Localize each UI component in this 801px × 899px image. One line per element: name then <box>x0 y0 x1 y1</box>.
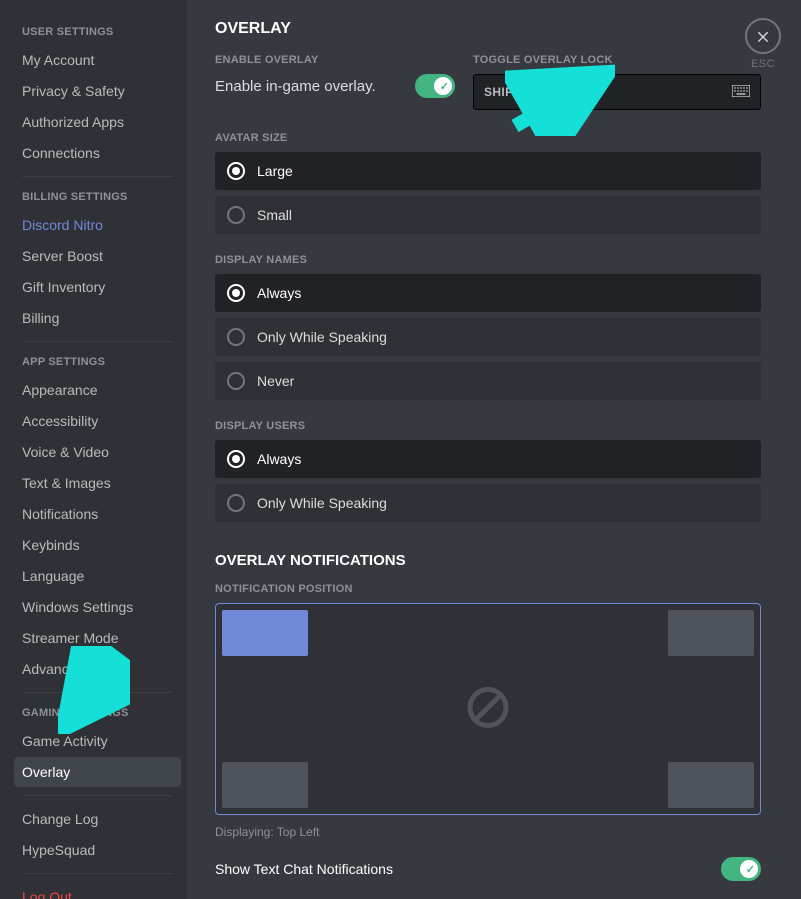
notif-pos-top-left[interactable] <box>222 610 308 656</box>
radio-label: Large <box>257 163 293 179</box>
sidebar-item-discord-nitro[interactable]: Discord Nitro <box>14 210 181 240</box>
sidebar-item-privacy-safety[interactable]: Privacy & Safety <box>14 76 181 106</box>
radio-icon <box>227 372 245 390</box>
logout-button[interactable]: Log Out <box>14 882 181 899</box>
sidebar-item-appearance[interactable]: Appearance <box>14 375 181 405</box>
sidebar-item-game-activity[interactable]: Game Activity <box>14 726 181 756</box>
divider <box>22 176 173 177</box>
sidebar-item-text-images[interactable]: Text & Images <box>14 468 181 498</box>
sidebar-section-title: Gaming Settings <box>14 701 181 725</box>
sidebar-item-change-log[interactable]: Change Log <box>14 804 181 834</box>
radio-icon <box>227 450 245 468</box>
notif-position-label: Notification Position <box>215 583 761 595</box>
close-button[interactable] <box>745 18 781 54</box>
radio-label: Only While Speaking <box>257 329 387 345</box>
avatar-size-option-small[interactable]: Small <box>215 196 761 234</box>
sidebar-section-title: Billing Settings <box>14 185 181 209</box>
notif-pos-top-right[interactable] <box>668 610 754 656</box>
enable-overlay-desc: Enable in-game overlay. <box>215 78 376 95</box>
keybind-value: SHIFT + ` <box>484 85 540 99</box>
sidebar-item-windows-settings[interactable]: Windows Settings <box>14 592 181 622</box>
sidebar-section-title: App Settings <box>14 350 181 374</box>
settings-content: ESC Overlay Enable Overlay Enable in-gam… <box>187 0 801 899</box>
sidebar-item-keybinds[interactable]: Keybinds <box>14 530 181 560</box>
sidebar-section-title: User Settings <box>14 20 181 44</box>
radio-label: Only While Speaking <box>257 495 387 511</box>
sidebar-item-hypesquad[interactable]: HypeSquad <box>14 835 181 865</box>
overlay-notifications-title: Overlay Notifications <box>215 552 761 569</box>
sidebar-item-connections[interactable]: Connections <box>14 138 181 168</box>
sidebar-item-billing[interactable]: Billing <box>14 303 181 333</box>
close-icon <box>755 28 771 44</box>
sidebar-item-language[interactable]: Language <box>14 561 181 591</box>
divider <box>22 795 173 796</box>
settings-sidebar: User SettingsMy AccountPrivacy & SafetyA… <box>0 0 187 899</box>
sidebar-item-overlay[interactable]: Overlay <box>14 757 181 787</box>
sidebar-item-advanced[interactable]: Advanced <box>14 654 181 684</box>
keyboard-icon <box>732 85 750 100</box>
display-names-option-always[interactable]: Always <box>215 274 761 312</box>
sidebar-item-accessibility[interactable]: Accessibility <box>14 406 181 436</box>
avatar-size-option-large[interactable]: Large <box>215 152 761 190</box>
disable-icon[interactable] <box>464 684 512 735</box>
radio-icon <box>227 494 245 512</box>
notif-position-picker <box>215 603 761 815</box>
notif-displaying-text: Displaying: Top Left <box>215 825 761 839</box>
sidebar-item-streamer-mode[interactable]: Streamer Mode <box>14 623 181 653</box>
display-users-label: Display Users <box>215 420 761 432</box>
display-names-option-never[interactable]: Never <box>215 362 761 400</box>
radio-icon <box>227 206 245 224</box>
sidebar-item-gift-inventory[interactable]: Gift Inventory <box>14 272 181 302</box>
display-users-option-always[interactable]: Always <box>215 440 761 478</box>
avatar-size-label: Avatar Size <box>215 132 761 144</box>
display-names-option-only-while-speaking[interactable]: Only While Speaking <box>215 318 761 356</box>
radio-label: Small <box>257 207 292 223</box>
sidebar-item-my-account[interactable]: My Account <box>14 45 181 75</box>
text-chat-notif-toggle[interactable]: ✓ <box>721 857 761 881</box>
notif-pos-bottom-right[interactable] <box>668 762 754 808</box>
radio-label: Always <box>257 451 301 467</box>
enable-overlay-label: Enable Overlay <box>215 54 455 66</box>
display-names-label: Display Names <box>215 254 761 266</box>
radio-label: Never <box>257 373 294 389</box>
radio-icon <box>227 284 245 302</box>
radio-label: Always <box>257 285 301 301</box>
radio-icon <box>227 162 245 180</box>
notif-pos-bottom-left[interactable] <box>222 762 308 808</box>
page-title: Overlay <box>215 20 761 38</box>
sidebar-item-notifications[interactable]: Notifications <box>14 499 181 529</box>
radio-icon <box>227 328 245 346</box>
enable-overlay-toggle[interactable]: ✓ <box>415 74 455 98</box>
divider <box>22 873 173 874</box>
toggle-lock-label: Toggle Overlay Lock <box>473 54 761 66</box>
sidebar-item-authorized-apps[interactable]: Authorized Apps <box>14 107 181 137</box>
overlay-lock-keybind[interactable]: SHIFT + ` <box>473 74 761 110</box>
display-users-option-only-while-speaking[interactable]: Only While Speaking <box>215 484 761 522</box>
sidebar-item-server-boost[interactable]: Server Boost <box>14 241 181 271</box>
sidebar-item-voice-video[interactable]: Voice & Video <box>14 437 181 467</box>
divider <box>22 341 173 342</box>
esc-label: ESC <box>745 58 781 70</box>
text-chat-notif-label: Show Text Chat Notifications <box>215 861 393 877</box>
divider <box>22 692 173 693</box>
